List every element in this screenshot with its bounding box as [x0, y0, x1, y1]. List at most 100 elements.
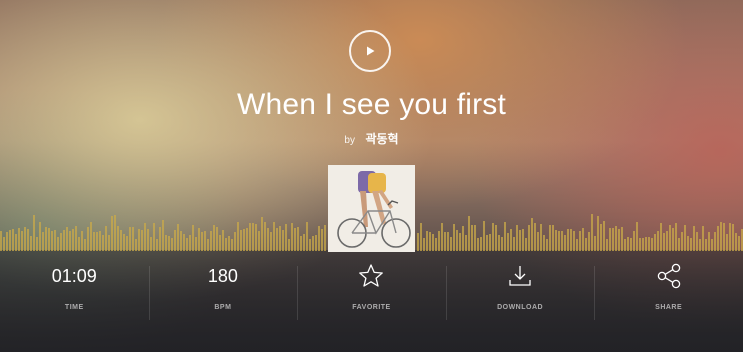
- waveform-bar: [321, 229, 323, 251]
- waveform-bar: [486, 235, 488, 251]
- stat-time: 01:09 TIME: [0, 262, 149, 322]
- waveform-bar: [720, 222, 722, 251]
- waveform-bar: [318, 226, 320, 251]
- waveform-bar: [723, 223, 725, 251]
- waveform-bar: [39, 222, 41, 251]
- waveform-bar: [324, 225, 326, 251]
- share-button[interactable]: SHARE: [594, 262, 743, 322]
- waveform-bar: [450, 237, 452, 251]
- waveform-bar: [258, 231, 260, 251]
- share-icon: [657, 263, 680, 289]
- waveform-bar: [255, 224, 257, 251]
- waveform-bar: [519, 230, 521, 251]
- waveform-bar: [54, 230, 56, 251]
- waveform-bar: [66, 227, 68, 251]
- waveform-bar: [288, 239, 290, 251]
- waveform-bar: [648, 237, 650, 251]
- waveform-bar: [663, 233, 665, 251]
- waveform-bar: [633, 231, 635, 251]
- waveform-bar: [42, 232, 44, 251]
- waveform-bar: [702, 226, 704, 251]
- waveform-bar: [315, 235, 317, 251]
- waveform-bar: [576, 239, 578, 251]
- waveform-bar: [447, 232, 449, 251]
- artist-name[interactable]: 곽동혁: [365, 132, 398, 146]
- waveform-bar: [159, 227, 161, 251]
- stat-bpm: 180 BPM: [148, 262, 298, 322]
- waveform-bar: [621, 227, 623, 251]
- waveform-bar: [693, 226, 695, 251]
- waveform-bar: [6, 232, 8, 251]
- cover-image: [328, 165, 415, 252]
- waveform-bar: [504, 222, 506, 251]
- waveform-bar: [225, 238, 227, 251]
- waveform-bar: [126, 236, 128, 251]
- waveform-bar: [273, 222, 275, 251]
- waveform-bar: [615, 226, 617, 251]
- waveform-bar: [198, 228, 200, 251]
- waveform-bar: [711, 239, 713, 251]
- waveform-bar: [438, 231, 440, 251]
- waveform-bar: [120, 230, 122, 251]
- waveform-bar: [267, 228, 269, 251]
- waveform-bar: [489, 234, 491, 251]
- waveform-bar: [726, 234, 728, 251]
- waveform-bar: [564, 235, 566, 251]
- by-label: by: [344, 135, 355, 146]
- waveform-bar: [45, 227, 47, 251]
- waveform-bar: [300, 236, 302, 251]
- waveform-bar: [495, 225, 497, 251]
- waveform-bar: [630, 238, 632, 251]
- waveform-bar: [36, 237, 38, 251]
- waveform-bar: [507, 233, 509, 251]
- waveform-bar: [474, 225, 476, 251]
- album-cover: [328, 165, 415, 252]
- waveform-bar: [9, 230, 11, 251]
- waveform-bar: [168, 236, 170, 251]
- music-player: When I see you first by 곽동혁 01:09 TIME 1…: [0, 0, 743, 352]
- waveform-bar: [483, 221, 485, 251]
- download-button[interactable]: DOWNLOAD: [445, 262, 595, 322]
- waveform-bar: [90, 222, 92, 251]
- waveform-bar: [108, 235, 110, 251]
- waveform-bar: [666, 231, 668, 251]
- waveform-bar: [675, 223, 677, 251]
- waveform-bar: [669, 225, 671, 251]
- waveform-bar: [306, 222, 308, 251]
- waveform-bar: [63, 230, 65, 251]
- waveform-bar: [132, 227, 134, 251]
- waveform-bar: [15, 234, 17, 251]
- waveform-bar: [546, 239, 548, 251]
- waveform-bar: [555, 230, 557, 251]
- waveform-bar: [222, 230, 224, 251]
- waveform-bar: [162, 220, 164, 251]
- waveform-bar: [237, 222, 239, 251]
- byline: by 곽동혁: [0, 130, 743, 148]
- waveform-bar: [501, 237, 503, 251]
- waveform-bar: [75, 226, 77, 251]
- waveform-bar: [429, 232, 431, 251]
- waveform-bar: [618, 229, 620, 251]
- waveform-bar: [183, 234, 185, 251]
- waveform-bar: [285, 224, 287, 251]
- favorite-button[interactable]: FAVORITE: [297, 262, 446, 322]
- waveform-bar: [453, 224, 455, 251]
- waveform-bar: [12, 229, 14, 251]
- waveform-bar: [456, 230, 458, 251]
- waveform-bar: [174, 230, 176, 251]
- waveform-bar: [492, 223, 494, 251]
- waveform-bar: [657, 231, 659, 251]
- waveform-bar: [699, 239, 701, 251]
- waveform-bar: [33, 215, 35, 251]
- waveform-bar: [114, 215, 116, 251]
- waveform-bar: [207, 239, 209, 251]
- waveform-bar: [213, 225, 215, 251]
- waveform-bar: [561, 231, 563, 251]
- waveform-bar: [297, 227, 299, 251]
- waveform-bar: [513, 237, 515, 251]
- waveform-bar: [477, 238, 479, 251]
- waveform-bar: [123, 234, 125, 251]
- play-button[interactable]: [349, 30, 391, 72]
- waveform-bar: [18, 228, 20, 251]
- waveform-bar: [252, 223, 254, 251]
